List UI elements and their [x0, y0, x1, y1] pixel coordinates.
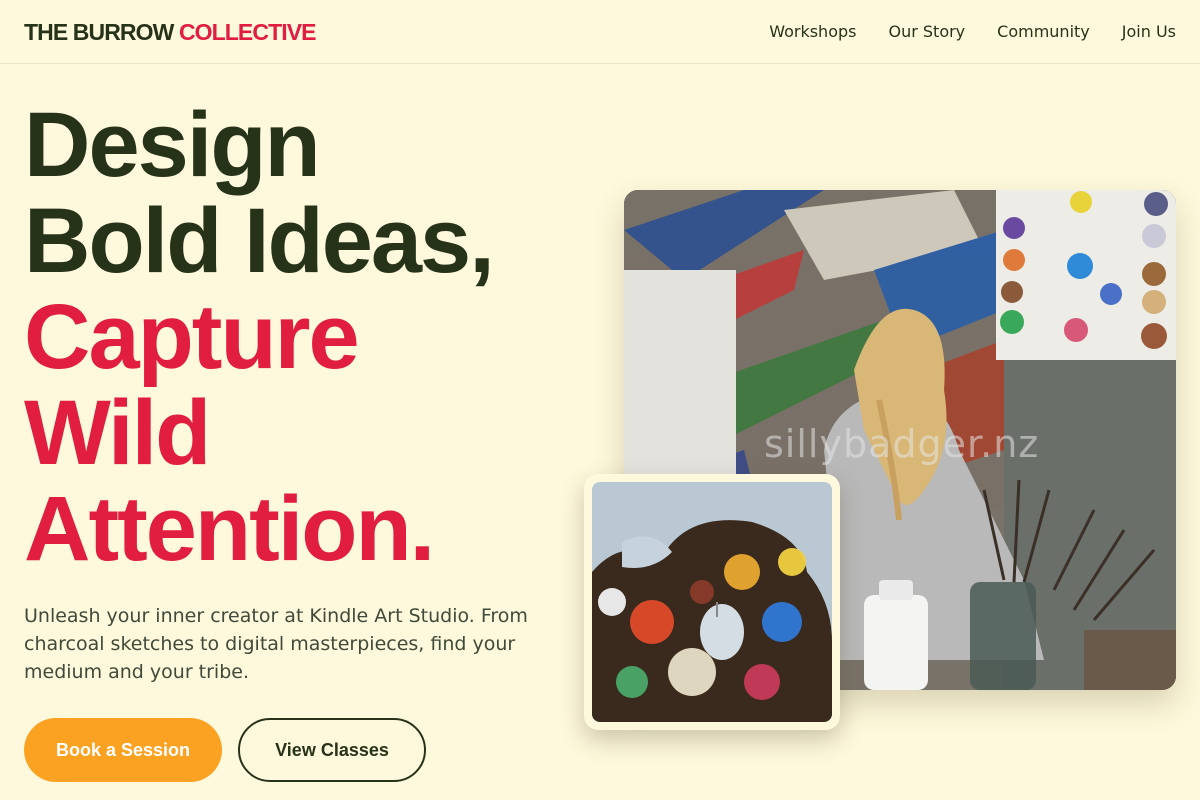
palette-photo: [592, 482, 832, 722]
headline-line-2: Bold Ideas,: [24, 190, 495, 292]
nav-link-join-us[interactable]: Join Us: [1122, 22, 1176, 42]
brand-name-part2: COLLECTIVE: [178, 19, 317, 45]
brand-logo[interactable]: THE BURROW COLLECTIVE: [24, 18, 317, 46]
main-nav: Workshops Our Story Community Join Us: [769, 22, 1176, 42]
nav-link-our-story[interactable]: Our Story: [888, 22, 965, 42]
view-classes-button[interactable]: View Classes: [238, 718, 426, 782]
palette-photo-frame: [584, 474, 840, 730]
headline-line-5: Attention.: [24, 478, 435, 580]
hero-subtext: Unleash your inner creator at Kindle Art…: [24, 605, 528, 683]
hero-headline: Design Bold Ideas, Capture Wild Attentio…: [24, 94, 495, 580]
brand-name-part1: THE BURROW: [24, 19, 174, 45]
book-session-button[interactable]: Book a Session: [24, 718, 222, 782]
nav-link-community[interactable]: Community: [997, 22, 1090, 42]
site-header: THE BURROW COLLECTIVE Workshops Our Stor…: [0, 0, 1200, 64]
headline-line-1: Design: [24, 94, 321, 196]
nav-link-workshops[interactable]: Workshops: [769, 22, 856, 42]
photo-watermark: sillybadger.nz: [764, 422, 1040, 466]
headline-line-4: Wild: [24, 382, 211, 484]
landing-page: THE BURROW COLLECTIVE Workshops Our Stor…: [0, 0, 1200, 800]
headline-line-3: Capture: [24, 286, 360, 388]
palette-illustration: [592, 482, 832, 722]
